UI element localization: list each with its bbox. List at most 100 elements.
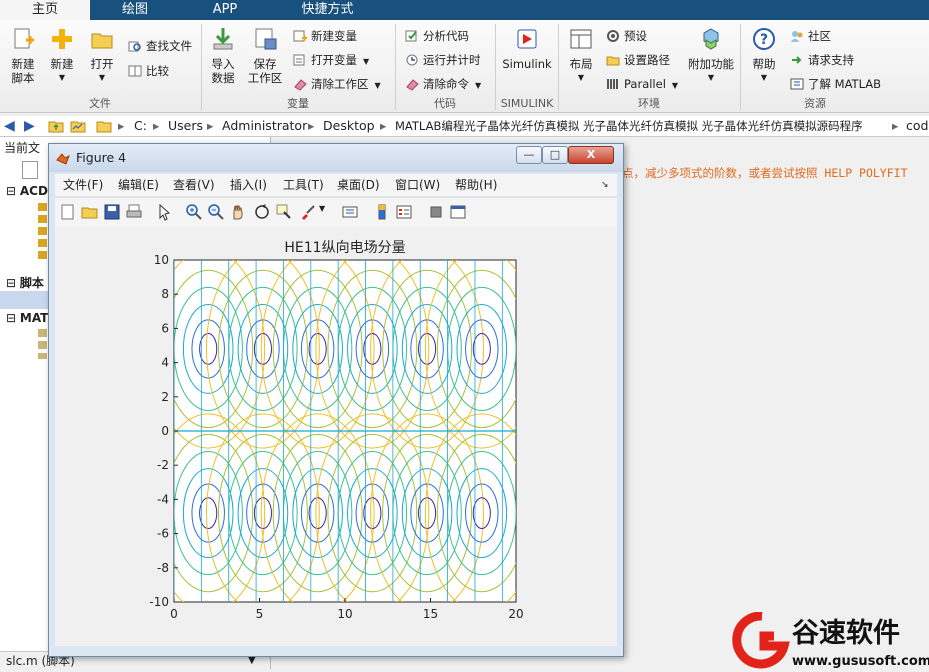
tab-shortcuts[interactable]: 快捷方式: [270, 0, 385, 20]
breadcrumb-item[interactable]: Users: [168, 116, 203, 136]
tree-item[interactable]: ⊟ ACD: [6, 184, 48, 198]
chevron-down-icon[interactable]: ▼: [319, 204, 325, 213]
tab-plots[interactable]: 绘图: [90, 0, 180, 20]
maximize-button[interactable]: □: [542, 146, 568, 164]
legend-icon[interactable]: [395, 203, 413, 221]
analyze-code-button[interactable]: 分析代码: [405, 27, 469, 45]
learn-matlab-button[interactable]: 了解 MATLAB: [790, 75, 881, 93]
group-label-resources: 资源: [804, 97, 826, 110]
preferences-button[interactable]: 预设: [606, 27, 647, 45]
menu-view[interactable]: 查看(V): [173, 174, 215, 196]
menu-edit[interactable]: 编辑(E): [118, 174, 159, 196]
rotate-3d-icon[interactable]: [253, 203, 271, 221]
menu-file[interactable]: 文件(F): [63, 174, 103, 196]
pointer-icon[interactable]: [155, 203, 173, 221]
find-files-label: 查找文件: [146, 39, 192, 53]
x-tick-label: 0: [170, 607, 178, 621]
figure-titlebar[interactable]: Figure 4 — □ X: [49, 144, 623, 172]
menu-desktop[interactable]: 桌面(D): [337, 174, 380, 196]
request-support-label: 请求支持: [808, 53, 854, 67]
y-tick-label: 8: [161, 287, 169, 301]
colorbar-icon[interactable]: [373, 203, 391, 221]
data-cursor-icon[interactable]: [275, 203, 293, 221]
request-support-button[interactable]: 请求支持: [790, 51, 854, 69]
y-tick-label: 10: [154, 253, 169, 267]
back-icon[interactable]: ◀: [4, 116, 15, 136]
file-icon: [38, 203, 47, 263]
menu-window[interactable]: 窗口(W): [395, 174, 440, 196]
print-icon[interactable]: [125, 203, 143, 221]
layout-button[interactable]: 布局 ▼: [562, 26, 600, 85]
set-path-button[interactable]: 设置路径: [606, 51, 670, 69]
pan-hand-icon[interactable]: [229, 203, 247, 221]
chart-title: HE11纵向电场分量: [284, 240, 405, 256]
new-variable-button[interactable]: 新建变量: [293, 27, 357, 45]
save-workspace-button[interactable]: 保存 工作区: [246, 26, 284, 85]
forward-icon[interactable]: ▶: [24, 116, 35, 136]
layout-icon: [570, 29, 592, 49]
open-file-icon[interactable]: [81, 203, 99, 221]
new-script-button[interactable]: 新建 脚本: [4, 26, 42, 85]
close-button[interactable]: X: [568, 146, 614, 164]
help-button[interactable]: ? 帮助 ▼: [746, 26, 782, 85]
addons-icon: [703, 28, 719, 50]
minimize-button[interactable]: —: [516, 146, 542, 164]
breadcrumb-item[interactable]: MATLAB编程光子晶体光纤仿真模拟 光子晶体光纤仿真模拟 光子晶体光纤仿真模拟…: [395, 116, 863, 136]
brush-icon[interactable]: [299, 203, 317, 221]
simulink-button[interactable]: Simulink: [500, 26, 554, 71]
dock-arrow-icon[interactable]: ↘: [601, 174, 609, 196]
collapse-icon: ⊟: [6, 311, 20, 325]
tab-apps[interactable]: APP: [180, 0, 270, 20]
parallel-icon: [607, 79, 618, 89]
breadcrumb-item[interactable]: Desktop: [323, 116, 375, 136]
up-folder-icon[interactable]: [48, 116, 64, 136]
run-and-time-button[interactable]: 运行并计时: [405, 51, 481, 69]
open-variable-button[interactable]: 打开变量 ▼: [293, 51, 369, 69]
tree-item[interactable]: ⊟ 脚本: [6, 274, 44, 291]
zoom-out-icon[interactable]: [207, 203, 225, 221]
tree-item[interactable]: ⊟ MAT: [6, 311, 48, 325]
breadcrumb-item[interactable]: Administrator: [222, 116, 307, 136]
figure-window: Figure 4 — □ X 文件(F) 编辑(E) 查看(V) 插入(I) 工…: [48, 143, 624, 657]
group-label-simulink: SIMULINK: [500, 97, 554, 110]
figure-toolbar: ▼: [55, 197, 617, 227]
breadcrumb-item[interactable]: cod: [906, 116, 928, 136]
y-tick-label: 2: [161, 390, 169, 404]
folder-icon: [606, 56, 620, 66]
hide-plot-tools-icon[interactable]: [427, 203, 445, 221]
community-button[interactable]: 社区: [790, 27, 831, 45]
clear-workspace-button[interactable]: 清除工作区 ▼: [293, 75, 381, 93]
menu-help[interactable]: 帮助(H): [455, 174, 497, 196]
open-button[interactable]: 打开 ▼: [84, 26, 120, 85]
addons-label: 附加功能: [688, 57, 734, 71]
learn-icon: [790, 78, 804, 90]
contour-plot[interactable]: 0 5 10 15 201086420-2-4-6-8-10 HE11纵向电场分量: [55, 226, 617, 646]
compare-button[interactable]: 比较: [128, 62, 169, 80]
y-tick-label: 6: [161, 321, 169, 335]
help-label: 帮助: [752, 57, 776, 71]
new-figure-icon[interactable]: [59, 203, 77, 221]
learn-matlab-label: 了解 MATLAB: [808, 77, 882, 91]
parallel-button[interactable]: Parallel ▼: [606, 75, 678, 93]
link-plot-icon[interactable]: [341, 203, 359, 221]
menu-tools[interactable]: 工具(T): [283, 174, 324, 196]
file-icon: [22, 161, 38, 179]
show-plot-tools-icon[interactable]: [449, 203, 467, 221]
chevron-down-icon: ▼: [707, 73, 715, 82]
selected-row[interactable]: [0, 291, 48, 309]
menu-insert[interactable]: 插入(I): [230, 174, 267, 196]
breadcrumb-item[interactable]: C:: [134, 116, 147, 136]
save-icon[interactable]: [103, 203, 121, 221]
clear-commands-button[interactable]: 清除命令 ▼: [405, 75, 481, 93]
breadcrumb-separator: ▸: [118, 118, 125, 133]
figure-menubar: 文件(F) 编辑(E) 查看(V) 插入(I) 工具(T) 桌面(D) 窗口(W…: [55, 174, 617, 196]
eraser-icon: [294, 79, 307, 91]
zoom-in-icon[interactable]: [185, 203, 203, 221]
find-files-button[interactable]: 查找文件: [128, 37, 192, 55]
tab-home[interactable]: 主页: [0, 0, 90, 20]
new-button[interactable]: 新建 ▼: [44, 26, 80, 85]
figure-title: Figure 4: [76, 150, 127, 165]
import-data-button[interactable]: 导入 数据: [205, 26, 241, 85]
addons-button[interactable]: 附加功能 ▼: [687, 26, 735, 85]
browse-folder-icon[interactable]: [70, 116, 86, 136]
